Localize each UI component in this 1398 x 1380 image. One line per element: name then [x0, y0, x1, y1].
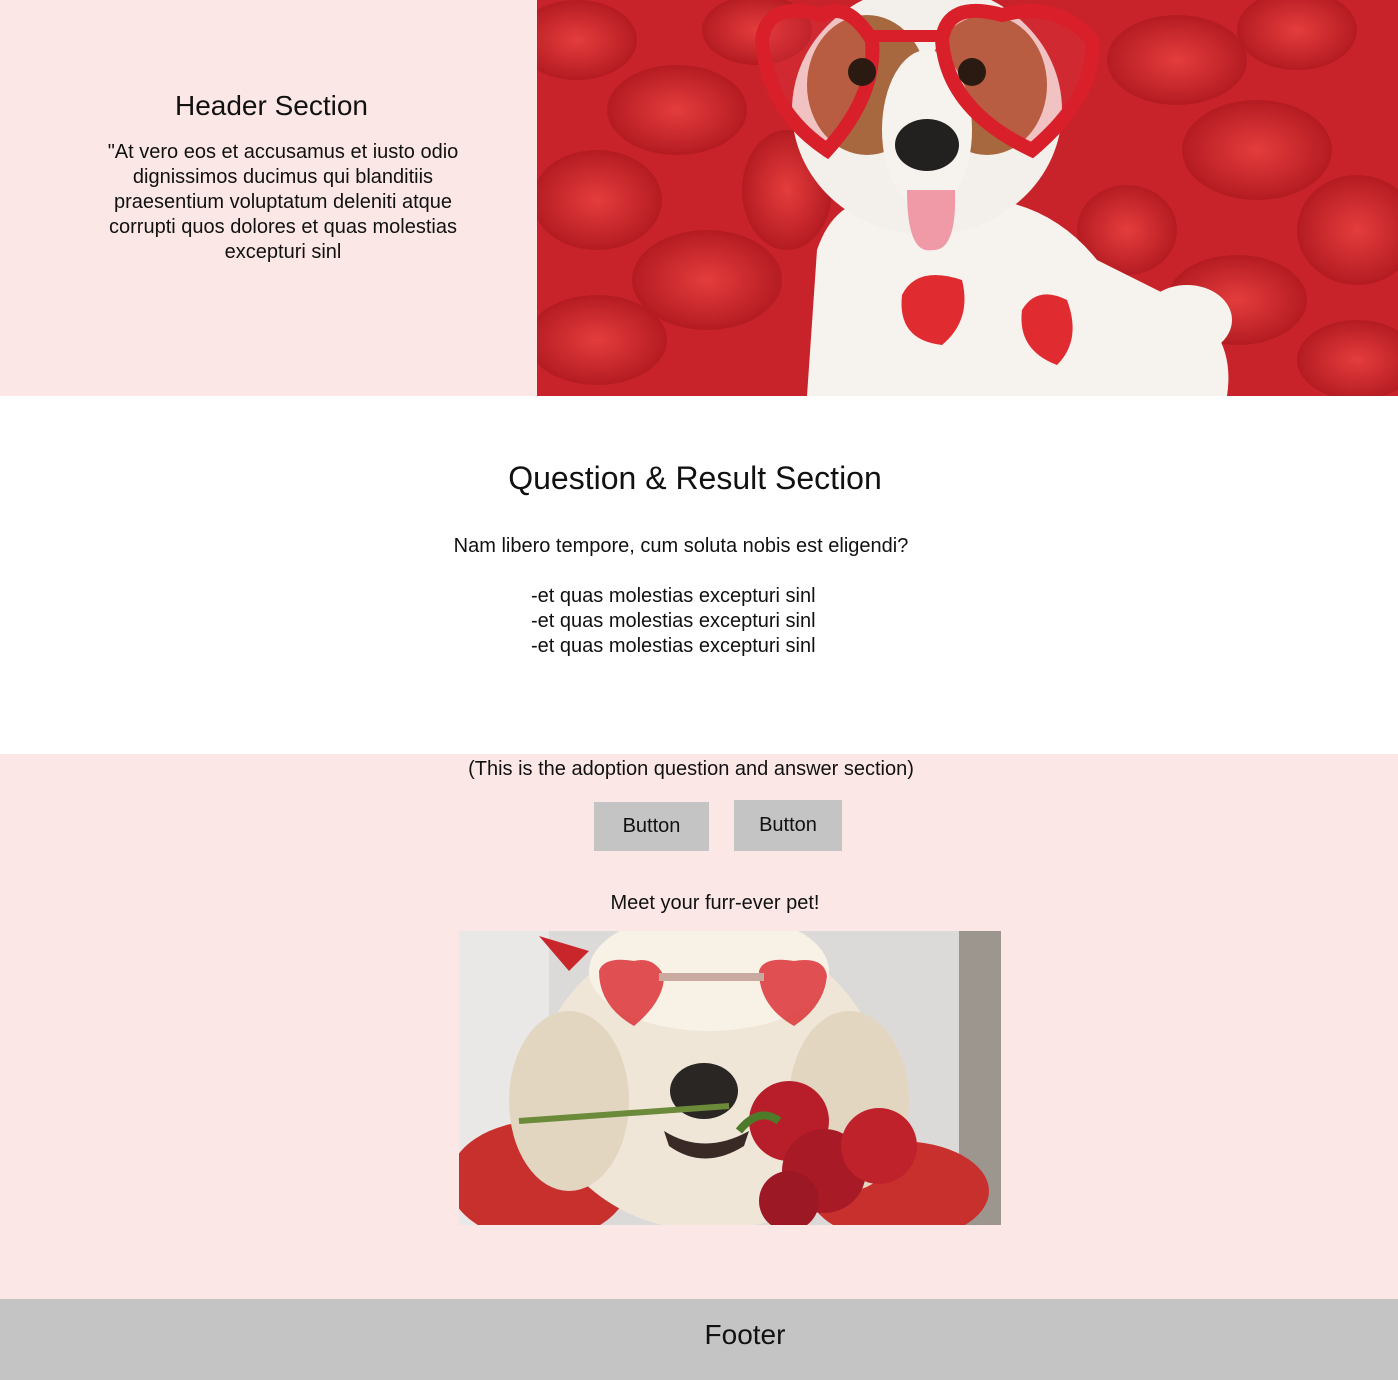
- header-section: Header Section "At vero eos et accusamus…: [0, 0, 1398, 396]
- adoption-section-note: (This is the adoption question and answe…: [468, 758, 914, 780]
- answer-item: -et quas molestias excepturi sinl: [531, 610, 816, 632]
- header-text-panel: Header Section "At vero eos et accusamus…: [0, 0, 537, 396]
- pet-result-image: [459, 931, 1001, 1225]
- pet-dog-illustration: [459, 931, 1001, 1225]
- hero-dog-illustration: [537, 0, 1398, 396]
- question-result-section: Question & Result Section Nam libero tem…: [0, 396, 1398, 754]
- question-section-title: Question & Result Section: [508, 460, 882, 496]
- hero-dog-image: [537, 0, 1398, 396]
- answer-list: -et quas molestias excepturi sinl -et qu…: [531, 584, 816, 659]
- adoption-section: (This is the adoption question and answe…: [0, 754, 1398, 1299]
- header-title: Header Section: [174, 90, 368, 121]
- footer: Footer: [0, 1299, 1398, 1380]
- meet-pet-text: Meet your furr-ever pet!: [610, 892, 820, 914]
- answer-item: -et quas molestias excepturi sinl: [531, 635, 816, 657]
- header-description: "At vero eos et accusamus et iusto odio …: [107, 141, 459, 263]
- footer-text: Footer: [704, 1319, 786, 1350]
- question-text: Nam libero tempore, cum soluta nobis est…: [453, 535, 909, 557]
- adoption-button-2[interactable]: Button: [734, 800, 842, 851]
- adoption-button-1[interactable]: Button: [594, 802, 709, 851]
- answer-item: -et quas molestias excepturi sinl: [531, 585, 816, 607]
